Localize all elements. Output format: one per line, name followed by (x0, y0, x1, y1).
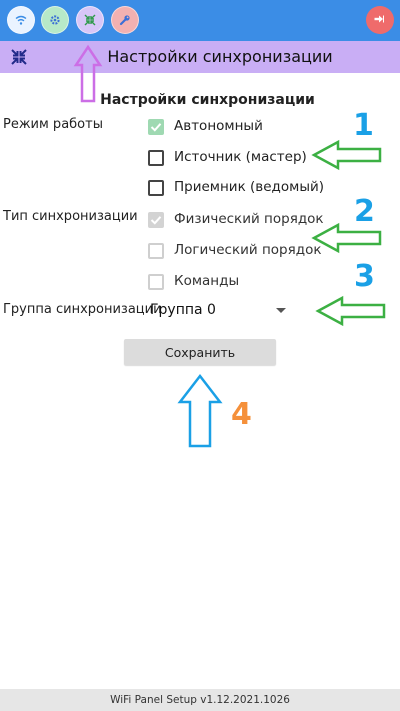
annotation-number: 2 (354, 194, 375, 229)
footer-version: WiFi Panel Setup v1.12.2021.1026 (0, 689, 400, 711)
annotation-number: 4 (231, 397, 252, 432)
annotation-number: 3 (354, 259, 375, 294)
annotation-overlay (73, 44, 386, 448)
annotation-number: 1 (353, 108, 374, 143)
green-left-arrow (315, 295, 386, 327)
blue-up-arrow (177, 373, 223, 448)
green-left-arrow (311, 139, 382, 171)
violet-up-arrow (73, 44, 103, 103)
